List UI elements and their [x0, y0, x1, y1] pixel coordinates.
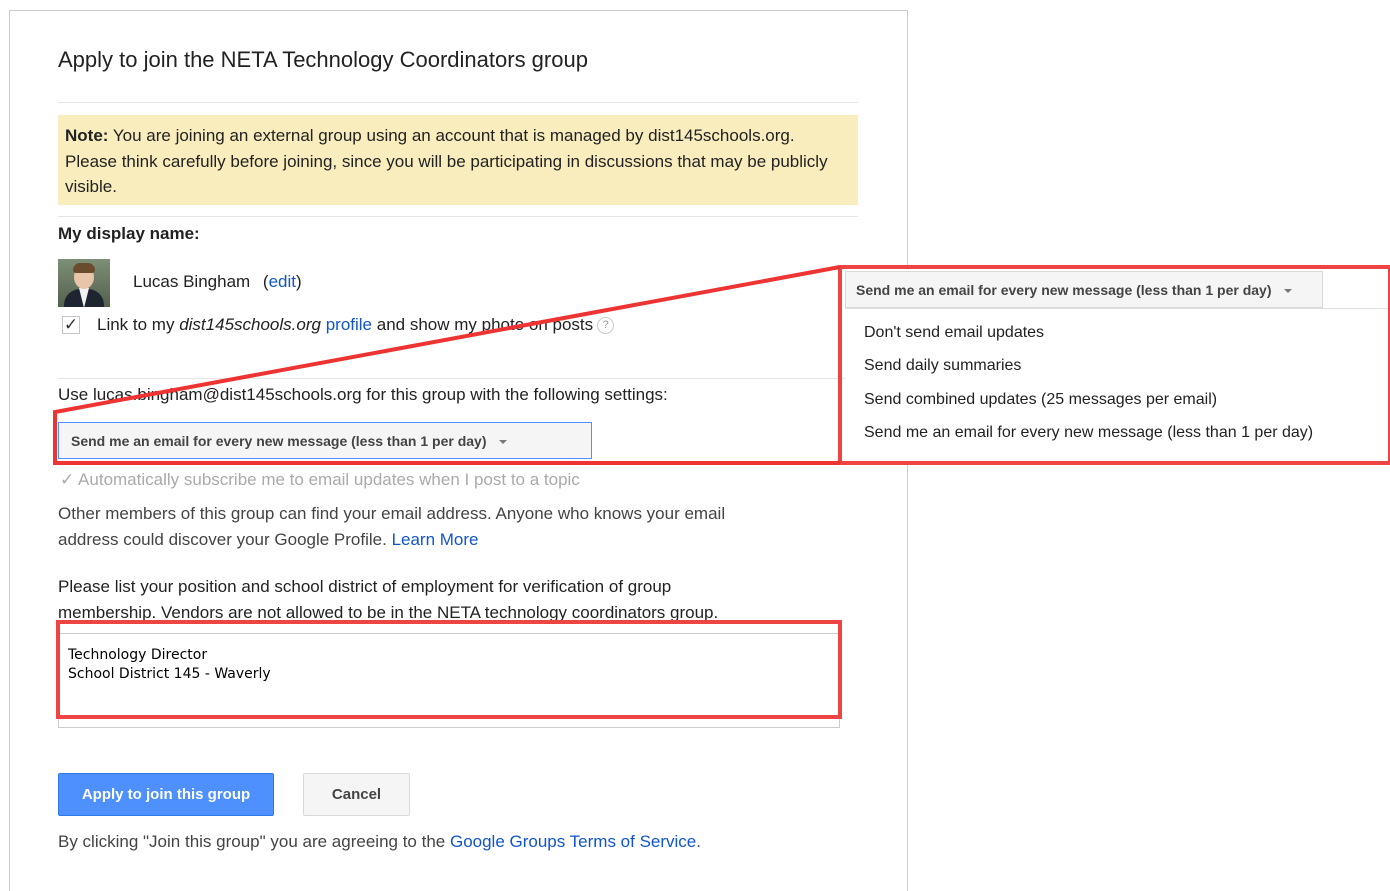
callout-connector-top: [53, 265, 841, 463]
annotation-overlay: [53, 265, 1390, 465]
dropdown-callout-outline: [838, 265, 1390, 465]
